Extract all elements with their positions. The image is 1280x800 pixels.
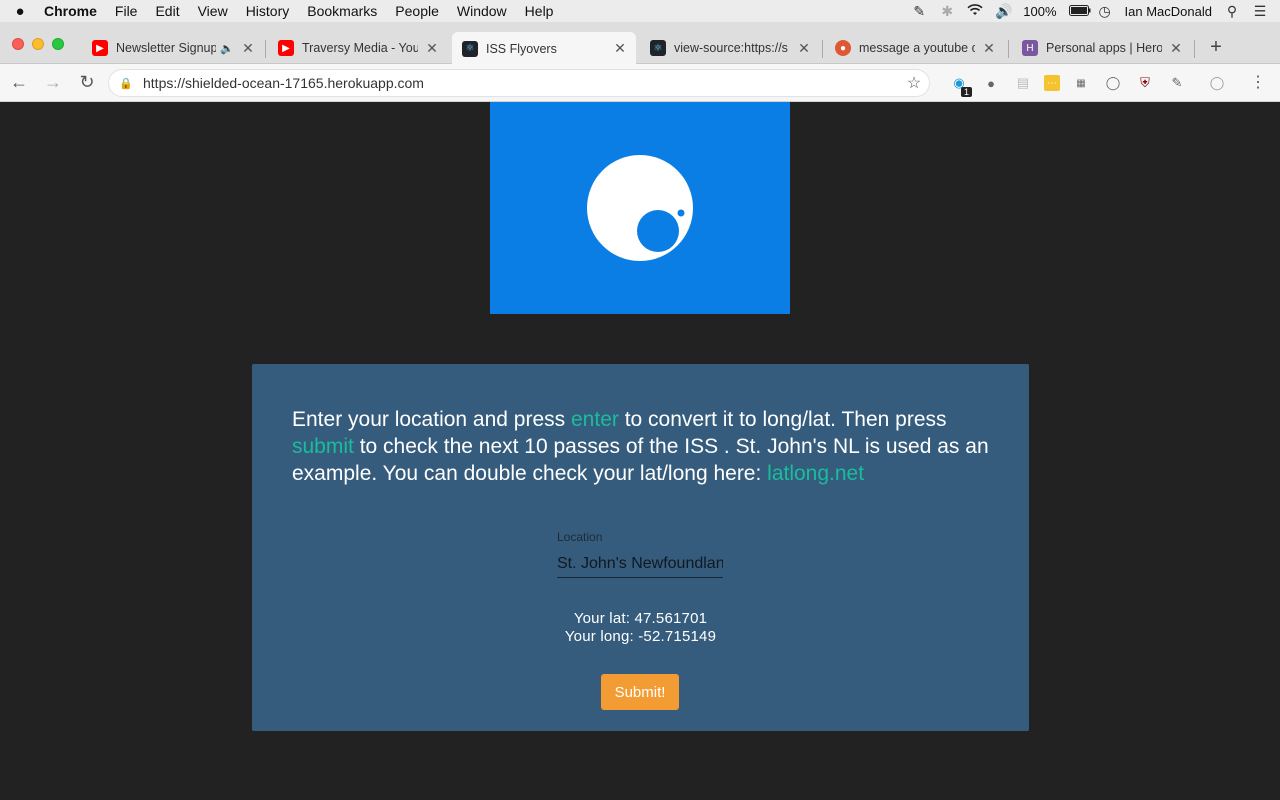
tab-separator [1008, 40, 1009, 58]
close-tab-icon[interactable]: ✕ [796, 40, 812, 57]
pen-extension-icon[interactable]: ✎ [1166, 72, 1188, 94]
submit-button[interactable]: Submit! [601, 674, 679, 710]
close-window-button[interactable] [12, 38, 24, 50]
tab-iss-flyovers[interactable]: ⚛ ISS Flyovers ✕ [452, 32, 636, 65]
tab-title: Newsletter Signup [116, 41, 217, 55]
bluetooth-icon[interactable]: ✱ [939, 3, 955, 20]
pen-icon[interactable]: ✎ [911, 3, 927, 20]
css-extension-icon[interactable]: ▦ [1070, 72, 1092, 94]
chrome-menu-icon[interactable]: ⋮ [1250, 72, 1266, 92]
react-icon: ⚛ [650, 40, 666, 56]
tab-newsletter-signup[interactable]: ▶ Newsletter Signup 🔈 ✕ [82, 32, 264, 64]
clock-icon[interactable]: ◷ [1097, 3, 1113, 20]
reload-icon[interactable]: ↻ [72, 72, 102, 93]
tab-view-source[interactable]: ⚛ view-source:https://s ✕ [640, 32, 820, 64]
location-input[interactable] [557, 550, 723, 578]
menu-file[interactable]: File [106, 3, 147, 19]
tab-heroku-apps[interactable]: H Personal apps | Heroku ✕ [1012, 32, 1192, 64]
apple-menu-icon[interactable]: ● [0, 3, 40, 20]
longitude-text: Your long: -52.715149 [564, 628, 717, 645]
menu-view[interactable]: View [189, 3, 237, 19]
tab-title: ISS Flyovers [486, 41, 557, 56]
spotlight-search-icon[interactable]: ⚲ [1224, 3, 1240, 20]
location-panel: Enter your location and press enter to c… [252, 364, 1029, 731]
coordinates-readout: Your lat: 47.561701 Your long: -52.71514… [252, 610, 1029, 646]
tab-traversy-media[interactable]: ▶ Traversy Media - YouTube ✕ [268, 32, 448, 64]
window-controls [12, 38, 64, 50]
audio-playing-icon[interactable]: 🔈 [220, 42, 234, 55]
tab-title: Personal apps | Heroku [1046, 41, 1162, 55]
tab-title: Traversy Media - YouTube [302, 41, 418, 55]
url-text[interactable]: https://shielded-ocean-17165.herokuapp.c… [143, 75, 899, 91]
bookmark-star-icon[interactable]: ☆ [899, 73, 929, 93]
code-extension-icon[interactable]: ◯ [1102, 72, 1124, 94]
new-tab-icon[interactable]: + [1206, 36, 1226, 59]
menu-bookmarks[interactable]: Bookmarks [298, 3, 386, 19]
battery-percent: 100% [1023, 3, 1057, 19]
menu-window[interactable]: Window [448, 3, 516, 19]
browser-toolbar: ← → ↻ 🔒 https://shielded-ocean-17165.her… [0, 64, 1280, 102]
close-tab-icon[interactable]: ✕ [612, 40, 628, 57]
iss-logo [490, 102, 790, 314]
mac-menubar: ● Chrome File Edit View History Bookmark… [0, 0, 1280, 22]
tab-separator [822, 40, 823, 58]
tab-separator [1194, 40, 1195, 58]
tab-message-youtube[interactable]: ● message a youtube c ✕ [825, 32, 1005, 64]
menu-edit[interactable]: Edit [146, 3, 188, 19]
ghostery-extension-icon[interactable]: ◉ 1 [948, 72, 972, 97]
chat-extension-icon[interactable]: ● [980, 72, 1002, 94]
forward-arrow-icon[interactable]: → [38, 72, 68, 93]
profile-avatar-icon[interactable]: ◯ [1206, 72, 1228, 94]
react-icon: ⚛ [462, 40, 478, 57]
duckduckgo-icon: ● [835, 40, 851, 56]
close-tab-icon[interactable]: ✕ [240, 40, 256, 57]
fullscreen-window-button[interactable] [52, 38, 64, 50]
intro-text: Enter your location and press [292, 408, 571, 431]
intro-text: to check the next 10 passes of the ISS .… [292, 435, 989, 485]
extensions-area: ◉ 1 ● ▤ ⋯ ▦ ◯ ⛨ ✎ ◯ [948, 72, 1228, 97]
menu-history[interactable]: History [237, 3, 299, 19]
ublock-extension-icon[interactable]: ⛨ [1134, 72, 1156, 94]
close-tab-icon[interactable]: ✕ [424, 40, 440, 57]
notification-center-icon[interactable]: ☰ [1252, 3, 1268, 20]
heroku-icon: H [1022, 40, 1038, 56]
close-tab-icon[interactable]: ✕ [981, 40, 997, 57]
back-arrow-icon[interactable]: ← [4, 72, 34, 93]
instructions-text: Enter your location and press enter to c… [292, 406, 992, 487]
lock-icon[interactable]: 🔒 [109, 77, 143, 90]
volume-icon[interactable]: 🔊 [995, 3, 1012, 20]
stack-extension-icon[interactable]: ▤ [1012, 72, 1034, 94]
battery-icon[interactable] [1068, 3, 1091, 19]
tab-title: message a youtube c [859, 41, 975, 55]
youtube-icon: ▶ [278, 40, 294, 56]
user-name[interactable]: Ian MacDonald [1125, 4, 1212, 19]
address-bar[interactable]: 🔒 https://shielded-ocean-17165.herokuapp… [108, 69, 930, 97]
tab-strip: ▶ Newsletter Signup 🔈 ✕ ▶ Traversy Media… [0, 22, 1280, 65]
menu-people[interactable]: People [386, 3, 448, 19]
intro-text: to convert it to long/lat. Then press [618, 408, 947, 431]
enter-highlight: enter [571, 408, 619, 431]
menu-help[interactable]: Help [516, 3, 563, 19]
dots-extension-icon[interactable]: ⋯ [1044, 75, 1060, 91]
submit-highlight: submit [292, 435, 354, 458]
wifi-icon[interactable] [967, 3, 983, 19]
location-label: Location [557, 530, 603, 544]
minimize-window-button[interactable] [32, 38, 44, 50]
latlong-link[interactable]: latlong.net [767, 462, 864, 485]
tab-separator [265, 40, 266, 58]
youtube-icon: ▶ [92, 40, 108, 56]
location-field: Location [557, 530, 723, 578]
tab-title: view-source:https://s [674, 41, 788, 55]
page-content: Enter your location and press enter to c… [0, 102, 1280, 800]
latitude-text: Your lat: 47.561701 [573, 610, 708, 627]
iss-logo-graphic [587, 155, 693, 261]
extension-badge: 1 [960, 87, 972, 97]
menu-chrome[interactable]: Chrome [40, 3, 106, 19]
close-tab-icon[interactable]: ✕ [1168, 40, 1184, 57]
